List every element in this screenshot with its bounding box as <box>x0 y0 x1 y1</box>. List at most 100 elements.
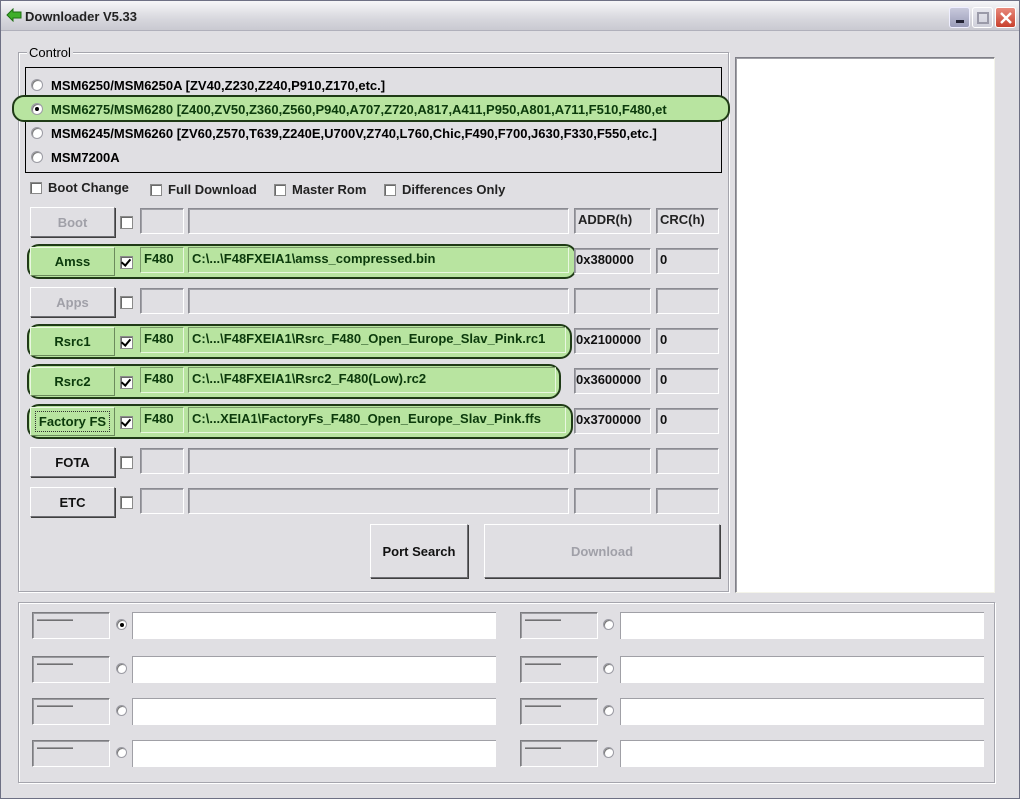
fota-model-field[interactable] <box>140 448 184 474</box>
full-download-checkbox[interactable] <box>150 184 162 196</box>
differences-only-option[interactable]: Differences Only <box>384 182 505 197</box>
rsrc2-crc-field[interactable]: 0 <box>656 368 719 394</box>
log-panel[interactable] <box>735 57 995 593</box>
chipset-radio[interactable] <box>31 127 43 139</box>
full-download-option[interactable]: Full Download <box>150 182 257 197</box>
chipset-option-msm6275[interactable]: MSM6275/MSM6280 [Z400,ZV50,Z360,Z560,P94… <box>31 99 715 119</box>
chipset-option-msm6250[interactable]: MSM6250/MSM6250A [ZV40,Z230,Z240,P910,Z1… <box>31 75 719 95</box>
fota-button[interactable]: FOTA <box>30 447 115 477</box>
rsrc1-crc-field[interactable]: 0 <box>656 328 719 354</box>
boot-model-field[interactable] <box>140 208 184 234</box>
port-radio[interactable] <box>603 619 614 630</box>
port-radio[interactable] <box>116 705 127 716</box>
fota-addr-field[interactable] <box>574 448 651 474</box>
boot-button[interactable]: Boot <box>30 207 115 237</box>
port-radio[interactable] <box>116 619 127 630</box>
apps-path-field[interactable] <box>188 288 569 314</box>
amss-crc-field[interactable]: 0 <box>656 248 719 274</box>
etc-button[interactable]: ETC <box>30 487 115 517</box>
fota-path-field[interactable] <box>188 448 569 474</box>
downloader-window: Downloader V5.33 Control MSM6250/MSM6250… <box>0 0 1020 799</box>
chipset-label: MSM7200A <box>51 149 120 165</box>
port-status-label: ——— <box>32 612 110 639</box>
port-text-field[interactable] <box>620 612 984 639</box>
close-button[interactable] <box>995 7 1016 28</box>
rsrc1-addr-field[interactable]: 0x2100000 <box>574 328 651 354</box>
title-bar[interactable]: Downloader V5.33 <box>1 1 1019 31</box>
rsrc1-button[interactable]: Rsrc1 <box>30 327 115 356</box>
boot-checkbox[interactable] <box>120 216 133 229</box>
rsrc2-checkbox[interactable] <box>120 376 133 389</box>
rsrc2-path-field[interactable]: C:\...\F48FXEIA1\Rsrc2_F480(Low).rc2 <box>188 367 556 393</box>
chipset-radio[interactable] <box>31 151 43 163</box>
rsrc2-button[interactable]: Rsrc2 <box>30 367 115 396</box>
port-text-field[interactable] <box>132 656 496 683</box>
master-rom-checkbox[interactable] <box>274 184 286 196</box>
etc-addr-field[interactable] <box>574 488 651 514</box>
green-back-arrow-icon <box>6 8 22 22</box>
port-text-field[interactable] <box>132 698 496 725</box>
factory-fs-button[interactable]: Factory FS <box>30 407 115 436</box>
apps-addr-field[interactable] <box>574 288 651 314</box>
fota-checkbox[interactable] <box>120 456 133 469</box>
port-text-field[interactable] <box>132 740 496 767</box>
port-text-field[interactable] <box>620 740 984 767</box>
rsrc2-addr-field[interactable]: 0x3600000 <box>574 368 651 394</box>
chipset-option-msm7200a[interactable]: MSM7200A <box>31 147 719 167</box>
download-button[interactable]: Download <box>484 524 720 578</box>
factory-fs-checkbox[interactable] <box>120 416 133 429</box>
control-group-label: Control <box>27 45 73 60</box>
port-radio[interactable] <box>116 663 127 674</box>
chipset-label: MSM6245/MSM6260 [ZV60,Z570,T639,Z240E,U7… <box>51 125 657 141</box>
maximize-button[interactable] <box>972 7 993 28</box>
rsrc2-model-field[interactable]: F480 <box>140 367 184 393</box>
boot-change-option[interactable]: Boot Change <box>30 180 129 195</box>
chipset-option-msm6245[interactable]: MSM6245/MSM6260 [ZV60,Z570,T639,Z240E,U7… <box>31 123 719 143</box>
port-radio[interactable] <box>116 747 127 758</box>
etc-path-field[interactable] <box>188 488 569 514</box>
rsrc1-path-field[interactable]: C:\...\F48FXEIA1\Rsrc_F480_Open_Europe_S… <box>188 327 566 353</box>
port-status-label: ——— <box>520 612 598 639</box>
crc-header: CRC(h) <box>656 208 719 234</box>
etc-model-field[interactable] <box>140 488 184 514</box>
port-text-field[interactable] <box>620 656 984 683</box>
apps-crc-field[interactable] <box>656 288 719 314</box>
minimize-button[interactable] <box>949 7 970 28</box>
amss-path-field[interactable]: C:\...\F48FXEIA1\amss_compressed.bin <box>188 247 569 273</box>
rsrc1-checkbox[interactable] <box>120 336 133 349</box>
amss-addr-field[interactable]: 0x380000 <box>574 248 651 274</box>
apps-model-field[interactable] <box>140 288 184 314</box>
differences-only-checkbox[interactable] <box>384 184 396 196</box>
fota-crc-field[interactable] <box>656 448 719 474</box>
chipset-radio[interactable] <box>31 79 43 91</box>
port-status-label: ——— <box>520 656 598 683</box>
port-search-button[interactable]: Port Search <box>370 524 468 578</box>
rsrc1-model-field[interactable]: F480 <box>140 327 184 353</box>
etc-crc-field[interactable] <box>656 488 719 514</box>
amss-button[interactable]: Amss <box>30 247 115 276</box>
master-rom-option[interactable]: Master Rom <box>274 182 366 197</box>
boot-change-checkbox[interactable] <box>30 182 42 194</box>
port-text-field[interactable] <box>620 698 984 725</box>
chipset-radio[interactable] <box>31 103 43 115</box>
port-text-field[interactable] <box>132 612 496 639</box>
chipset-label: MSM6275/MSM6280 [Z400,ZV50,Z360,Z560,P94… <box>51 101 667 117</box>
port-status-label: ——— <box>520 698 598 725</box>
port-status-label: ——— <box>32 740 110 767</box>
factory-fs-model-field[interactable]: F480 <box>140 407 184 433</box>
port-radio[interactable] <box>603 747 614 758</box>
boot-path-field[interactable] <box>188 208 569 234</box>
amss-checkbox[interactable] <box>120 256 133 269</box>
minimize-icon <box>956 20 964 23</box>
factory-fs-addr-field[interactable]: 0x3700000 <box>574 408 651 434</box>
factory-fs-crc-field[interactable]: 0 <box>656 408 719 434</box>
differences-only-label: Differences Only <box>402 182 506 197</box>
port-radio[interactable] <box>603 705 614 716</box>
port-radio[interactable] <box>603 663 614 674</box>
maximize-icon <box>977 12 989 24</box>
etc-checkbox[interactable] <box>120 496 133 509</box>
apps-checkbox[interactable] <box>120 296 133 309</box>
amss-model-field[interactable]: F480 <box>140 247 184 273</box>
apps-button[interactable]: Apps <box>30 287 115 317</box>
factory-fs-path-field[interactable]: C:\...XEIA1\FactoryFs_F480_Open_Europe_S… <box>188 407 566 433</box>
